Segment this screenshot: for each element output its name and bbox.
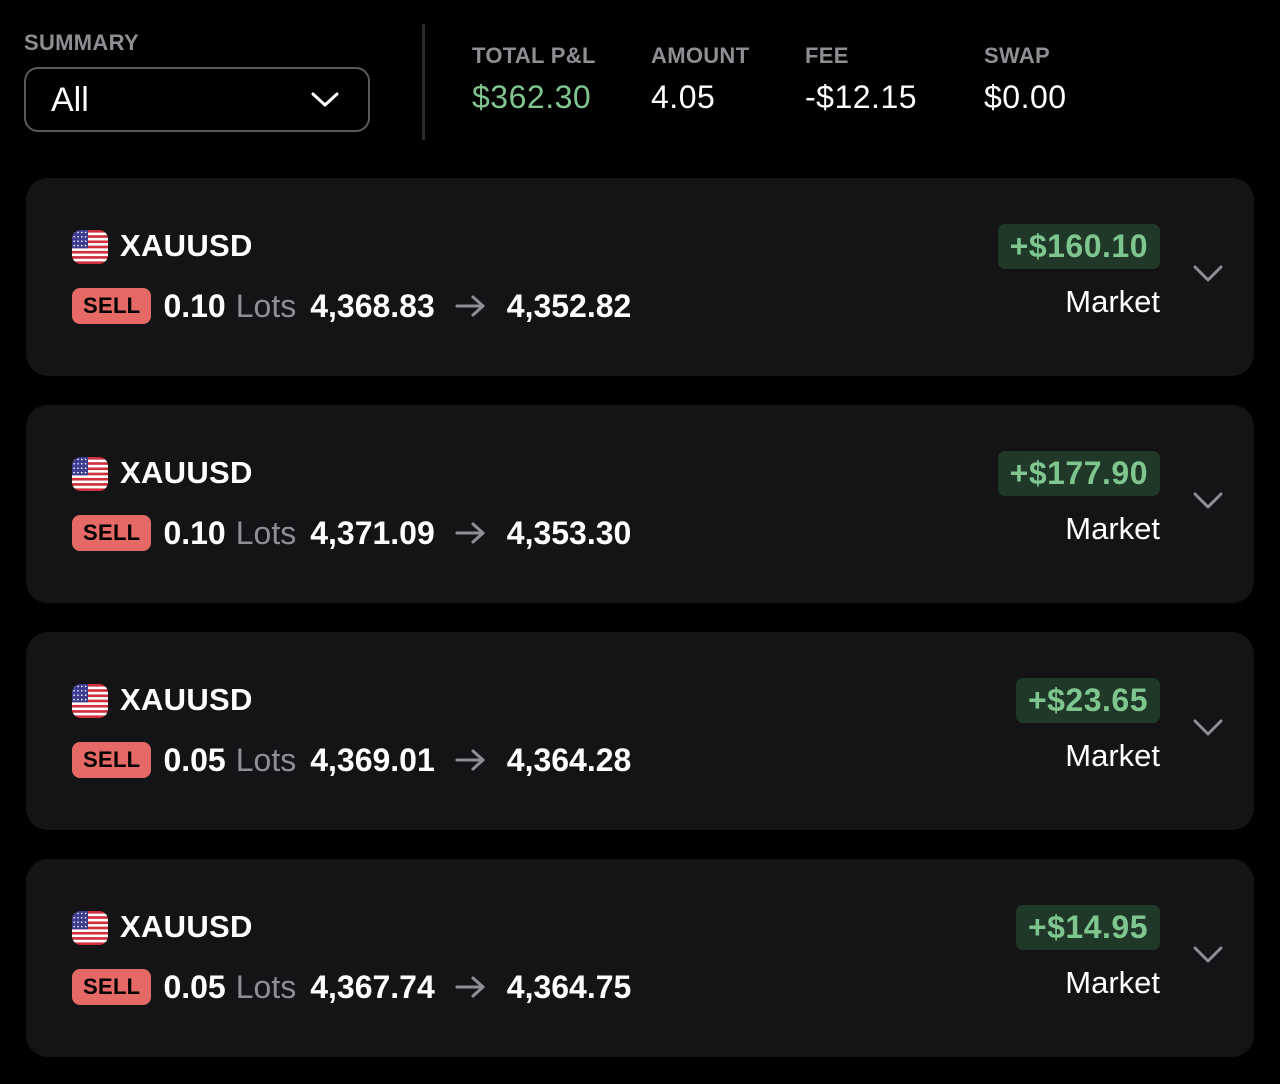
stat-amount-value: 4.05	[651, 79, 716, 115]
stat-fee-value: -$12.15	[805, 79, 918, 115]
position-details: SELL 0.05 Lots 4,367.74 4,364.75	[72, 967, 631, 1007]
stat-fee: FEE -$12.15	[805, 43, 917, 116]
position-card[interactable]: XAUUSD SELL 0.10 Lots 4,368.83 4,352.82 …	[26, 178, 1254, 376]
stat-fee-label: FEE	[805, 43, 849, 68]
summary-filter: SUMMARY All	[24, 30, 370, 132]
summary-selected-value: All	[51, 81, 89, 119]
us-flag-icon	[72, 230, 108, 264]
lots-unit: Lots	[235, 287, 297, 324]
chevron-down-icon[interactable]	[1192, 264, 1224, 284]
position-card[interactable]: XAUUSD SELL 0.05 Lots 4,369.01 4,364.28 …	[26, 632, 1254, 830]
stat-amount-label: AMOUNT	[651, 43, 750, 68]
stat-swap-label: SWAP	[984, 43, 1050, 68]
close-price: 4,364.75	[506, 968, 632, 1005]
summary-dropdown[interactable]: All	[24, 67, 370, 132]
us-flag-icon	[72, 457, 108, 491]
close-price: 4,352.82	[506, 287, 632, 324]
close-price: 4,364.28	[506, 741, 632, 778]
lots-unit: Lots	[235, 741, 297, 778]
order-type: Market	[1065, 284, 1160, 319]
us-flag-icon	[72, 911, 108, 945]
position-details: SELL 0.10 Lots 4,371.09 4,353.30	[72, 513, 631, 553]
stat-total-pnl: TOTAL P&L $362.30	[472, 43, 596, 116]
position-lots: 0.10	[163, 287, 226, 324]
order-type: Market	[1065, 965, 1160, 1000]
summary-label: SUMMARY	[24, 30, 139, 55]
stat-total-pnl-label: TOTAL P&L	[472, 43, 596, 68]
order-type: Market	[1065, 738, 1160, 773]
order-type: Market	[1065, 511, 1160, 546]
position-symbol: XAUUSD	[120, 455, 253, 490]
position-lots: 0.10	[163, 514, 226, 551]
closed-positions-page: SUMMARY All TOTAL P&L $362.30 AMOUNT 4.0…	[0, 0, 1280, 1084]
pnl-badge: +$160.10	[997, 224, 1160, 269]
position-symbol: XAUUSD	[120, 228, 253, 263]
position-details: SELL 0.10 Lots 4,368.83 4,352.82	[72, 286, 631, 326]
open-price: 4,367.74	[310, 968, 435, 1005]
stat-swap-value: $0.00	[984, 79, 1067, 115]
position-card[interactable]: XAUUSD SELL 0.05 Lots 4,367.74 4,364.75 …	[26, 859, 1254, 1057]
lots-unit: Lots	[235, 968, 297, 1005]
pnl-badge: +$177.90	[997, 451, 1160, 496]
chevron-down-icon[interactable]	[1192, 945, 1224, 965]
chevron-down-icon[interactable]	[1192, 491, 1224, 511]
header-divider	[422, 24, 425, 140]
stat-amount: AMOUNT 4.05	[651, 43, 749, 116]
side-badge: SELL	[72, 742, 152, 778]
chevron-down-icon[interactable]	[1192, 718, 1224, 738]
open-price: 4,368.83	[310, 287, 435, 324]
position-symbol: XAUUSD	[120, 909, 253, 944]
pnl-badge: +$23.65	[1015, 678, 1160, 723]
position-card[interactable]: XAUUSD SELL 0.10 Lots 4,371.09 4,353.30 …	[26, 405, 1254, 603]
side-badge: SELL	[72, 969, 152, 1005]
close-price: 4,353.30	[506, 514, 632, 551]
open-price: 4,369.01	[310, 741, 435, 778]
pnl-badge: +$14.95	[1015, 905, 1160, 950]
arrow-right-icon	[455, 295, 485, 317]
stat-total-pnl-value: $362.30	[472, 79, 592, 115]
position-lots: 0.05	[163, 741, 226, 778]
open-price: 4,371.09	[310, 514, 435, 551]
us-flag-icon	[72, 684, 108, 718]
lots-unit: Lots	[235, 514, 297, 551]
side-badge: SELL	[72, 515, 152, 551]
chevron-down-icon	[311, 92, 339, 107]
arrow-right-icon	[455, 522, 485, 544]
stat-swap: SWAP $0.00	[984, 43, 1067, 116]
position-lots: 0.05	[163, 968, 226, 1005]
side-badge: SELL	[72, 288, 152, 324]
arrow-right-icon	[455, 749, 485, 771]
position-symbol: XAUUSD	[120, 682, 253, 717]
position-details: SELL 0.05 Lots 4,369.01 4,364.28	[72, 740, 631, 780]
arrow-right-icon	[455, 976, 485, 998]
